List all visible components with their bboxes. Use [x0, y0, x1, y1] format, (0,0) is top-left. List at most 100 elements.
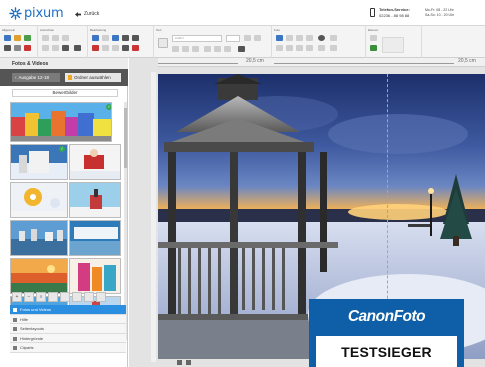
- photo-thumbnail[interactable]: [69, 258, 121, 294]
- toolbar-group-general: Allgemein: [0, 26, 38, 58]
- new-page-icon[interactable]: [4, 35, 11, 41]
- panel-title: Fotos & Videos: [0, 58, 128, 69]
- back-label: Zurück: [84, 11, 100, 17]
- photo-thumbnail[interactable]: [10, 258, 68, 294]
- check-icon: ✓: [106, 104, 111, 110]
- ruler-label-right: 20,5 cm: [458, 58, 476, 64]
- photo-thumbnail[interactable]: [10, 220, 68, 256]
- paste-icon[interactable]: [112, 35, 119, 41]
- service-hours: Mo-Fr: 08 - 22 Uhr Sa-So: 10 - 20 Uhr: [425, 8, 454, 18]
- delete-icon[interactable]: [24, 45, 31, 51]
- effect-icon[interactable]: [132, 45, 139, 51]
- photo-flip-icon[interactable]: [306, 35, 313, 41]
- menu-item-cliparts[interactable]: Cliparts: [10, 343, 126, 353]
- photo-thumbnail[interactable]: ✓: [10, 102, 112, 142]
- layer-preview-icon[interactable]: [382, 37, 404, 53]
- text-tool-icon[interactable]: [158, 38, 168, 48]
- rating-filter[interactable]: Bewertbilder: [12, 89, 118, 97]
- zoom-out-icon[interactable]: −: [24, 292, 34, 302]
- rotate-icon[interactable]: [102, 45, 109, 51]
- photo-filter-icon[interactable]: [318, 35, 325, 41]
- panel-menu: Fotos und Videos Hilfe Seitenlayouts Hin…: [10, 305, 126, 353]
- photos-panel: Fotos & Videos ‹ Ausgabe 12-18 Ordner aus…: [0, 58, 128, 367]
- menu-item-layouts[interactable]: Seitenlayouts: [10, 324, 126, 334]
- tab-album[interactable]: ‹ Ausgabe 12-18: [12, 73, 60, 82]
- check-icon: ✓: [59, 146, 65, 152]
- badge-title: TESTSIEGER: [341, 344, 432, 360]
- align-top-icon[interactable]: [42, 45, 49, 51]
- menu-item-photos[interactable]: Fotos und Videos: [10, 305, 126, 315]
- photo-frame-icon[interactable]: [330, 35, 337, 41]
- cut-icon[interactable]: [122, 35, 129, 41]
- pixum-logo[interactable]: pixum: [9, 6, 64, 21]
- grid-small-icon[interactable]: [48, 292, 58, 302]
- align-text-left-icon[interactable]: [204, 46, 211, 52]
- logo-star-icon: [9, 7, 22, 20]
- menu-item-backgrounds[interactable]: Hintergründe: [10, 333, 126, 343]
- photo-thumbnail[interactable]: [69, 144, 121, 180]
- grid-large-icon[interactable]: [60, 292, 70, 302]
- bold-icon[interactable]: [172, 46, 179, 52]
- photo-thumbnail[interactable]: [69, 182, 121, 218]
- flip-icon[interactable]: [112, 45, 119, 51]
- image-icon[interactable]: [24, 35, 31, 41]
- align-text-right-icon[interactable]: [224, 46, 231, 52]
- underline-icon[interactable]: [192, 46, 199, 52]
- frame-icon[interactable]: [122, 45, 129, 51]
- sort-icon[interactable]: [72, 292, 82, 302]
- page-thumb-icon[interactable]: [186, 360, 191, 365]
- align-center-icon[interactable]: [52, 35, 59, 41]
- photos-icon: [13, 308, 17, 312]
- tab-folder[interactable]: Ordner auswählen: [65, 73, 121, 82]
- photo-replace-icon[interactable]: [318, 45, 325, 51]
- search-icon[interactable]: ⌕: [36, 292, 46, 302]
- folder-icon[interactable]: [14, 35, 21, 41]
- photo-thumbnail[interactable]: ✓: [10, 144, 68, 180]
- text-box-icon[interactable]: [238, 46, 245, 52]
- layer-icon[interactable]: [74, 45, 81, 51]
- filter-icon[interactable]: [84, 292, 94, 302]
- prev-page-icon[interactable]: [177, 360, 182, 365]
- align-right-icon[interactable]: [62, 35, 69, 41]
- color-icon[interactable]: [92, 45, 99, 51]
- clipart-icon: [13, 346, 17, 350]
- photo-thumbnail[interactable]: [10, 182, 68, 218]
- text-format-icon[interactable]: [254, 35, 261, 41]
- photo-fit-icon[interactable]: [330, 45, 337, 51]
- lock-icon[interactable]: [62, 45, 69, 51]
- photo-edit-icon[interactable]: [276, 35, 283, 41]
- settings-icon[interactable]: [14, 45, 21, 51]
- align-middle-icon[interactable]: [52, 45, 59, 51]
- editor-toolbar: Allgemein Ausrichten Bearbeitung Text Ca…: [0, 26, 485, 58]
- italic-icon[interactable]: [182, 46, 189, 52]
- layer-color-icon[interactable]: [370, 45, 377, 51]
- group-label: Bearbeitung: [90, 28, 107, 32]
- back-button[interactable]: Zurück: [75, 11, 99, 17]
- photo-shadow-icon[interactable]: [286, 45, 293, 51]
- photo-mask-icon[interactable]: [276, 45, 283, 51]
- background-icon: [13, 336, 17, 341]
- align-text-center-icon[interactable]: [214, 46, 221, 52]
- badge-brand-main: Canon: [347, 308, 394, 325]
- photo-crop-icon[interactable]: [286, 35, 293, 41]
- photo-border-icon[interactable]: [296, 45, 303, 51]
- duplicate-icon[interactable]: [132, 35, 139, 41]
- crop-icon[interactable]: [92, 35, 99, 41]
- refresh-icon[interactable]: [96, 292, 106, 302]
- scrollbar-thumb[interactable]: [124, 108, 127, 168]
- font-select[interactable]: Calibri: [172, 35, 222, 42]
- badge-brand: CanonFoto: [347, 308, 426, 325]
- arrow-left-icon: [75, 11, 81, 17]
- copy-icon[interactable]: [102, 35, 109, 41]
- phone-label: Telefon-Service:: [379, 7, 410, 12]
- photo-thumbnail[interactable]: [69, 220, 121, 256]
- text-color-icon[interactable]: [244, 35, 251, 41]
- photo-rotate-icon[interactable]: [296, 35, 303, 41]
- align-left-icon[interactable]: [42, 35, 49, 41]
- menu-item-help[interactable]: Hilfe: [10, 314, 126, 324]
- save-icon[interactable]: [4, 45, 11, 51]
- zoom-in-icon[interactable]: +: [12, 292, 22, 302]
- photo-opacity-icon[interactable]: [306, 45, 313, 51]
- layer-up-icon[interactable]: [370, 35, 377, 41]
- font-size-select[interactable]: [226, 35, 240, 42]
